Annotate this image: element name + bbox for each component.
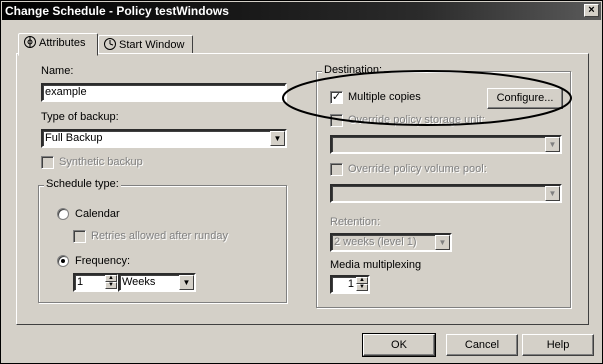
- frequency-radio[interactable]: [57, 255, 69, 267]
- ok-button[interactable]: OK: [362, 333, 436, 357]
- type-of-backup-label: Type of backup:: [41, 111, 119, 123]
- close-button[interactable]: ×: [584, 4, 599, 17]
- clock-icon: [103, 37, 117, 51]
- frequency-unit-value: Weeks: [122, 276, 156, 288]
- spinner-arrows-icon[interactable]: ▲ ▼: [356, 277, 368, 292]
- type-of-backup-value: Full Backup: [45, 132, 103, 144]
- radio-selected-dot: [61, 259, 65, 263]
- retention-value: 2 weeks (level 1): [334, 236, 417, 248]
- synthetic-backup-label: Synthetic backup: [59, 156, 143, 168]
- schedule-type-label: Schedule type:: [44, 178, 121, 190]
- chevron-down-icon[interactable]: ▼: [270, 131, 285, 146]
- retention-label: Retention:: [330, 216, 381, 228]
- cancel-button[interactable]: Cancel: [446, 334, 518, 356]
- volume-pool-select[interactable]: ▼: [330, 184, 562, 203]
- spinner-arrows-icon[interactable]: ▲ ▼: [105, 275, 117, 290]
- name-input[interactable]: example: [41, 83, 287, 102]
- retention-select[interactable]: 2 weeks (level 1) ▼: [330, 233, 452, 252]
- media-multiplexing-label: Media multiplexing: [330, 259, 422, 271]
- retries-after-runday-label: Retries allowed after runday: [91, 230, 228, 242]
- frequency-value: 1: [77, 276, 84, 288]
- chevron-down-icon[interactable]: ▼: [545, 186, 560, 201]
- name-label: Name:: [41, 65, 74, 77]
- tab-attributes-label: Attributes: [39, 37, 86, 49]
- calendar-label: Calendar: [75, 208, 120, 220]
- chevron-down-icon[interactable]: ▼: [545, 137, 560, 152]
- calendar-radio[interactable]: [57, 208, 69, 220]
- help-button[interactable]: Help: [522, 334, 594, 356]
- frequency-unit-select[interactable]: Weeks ▼: [118, 273, 196, 292]
- tab-start-window-label: Start Window: [119, 39, 185, 51]
- media-multiplexing-spinner[interactable]: 1 ▲ ▼: [330, 275, 370, 294]
- tab-attributes[interactable]: Attributes: [18, 33, 98, 56]
- type-of-backup-select[interactable]: Full Backup ▼: [41, 129, 287, 148]
- media-multiplexing-value: 1: [347, 278, 354, 290]
- retries-after-runday-checkbox[interactable]: [73, 230, 86, 243]
- annotation-ellipse: [282, 70, 572, 126]
- title-bar: Change Schedule - Policy testWindows ×: [2, 2, 601, 20]
- frequency-value-spinner[interactable]: 1 ▲ ▼: [73, 273, 119, 292]
- synthetic-backup-checkbox[interactable]: [41, 156, 54, 169]
- change-schedule-dialog: Change Schedule - Policy testWindows × A…: [0, 0, 603, 364]
- chevron-down-icon[interactable]: ▼: [179, 275, 194, 290]
- storage-unit-select[interactable]: ▼: [330, 135, 562, 154]
- attributes-icon: [23, 35, 37, 49]
- override-volume-pool-checkbox[interactable]: [330, 163, 343, 176]
- override-volume-pool-label: Override policy volume pool:: [348, 163, 487, 175]
- chevron-down-icon[interactable]: ▼: [435, 235, 450, 250]
- tab-start-window[interactable]: Start Window: [98, 35, 193, 55]
- frequency-label: Frequency:: [75, 255, 131, 267]
- window-title: Change Schedule - Policy testWindows: [5, 4, 229, 18]
